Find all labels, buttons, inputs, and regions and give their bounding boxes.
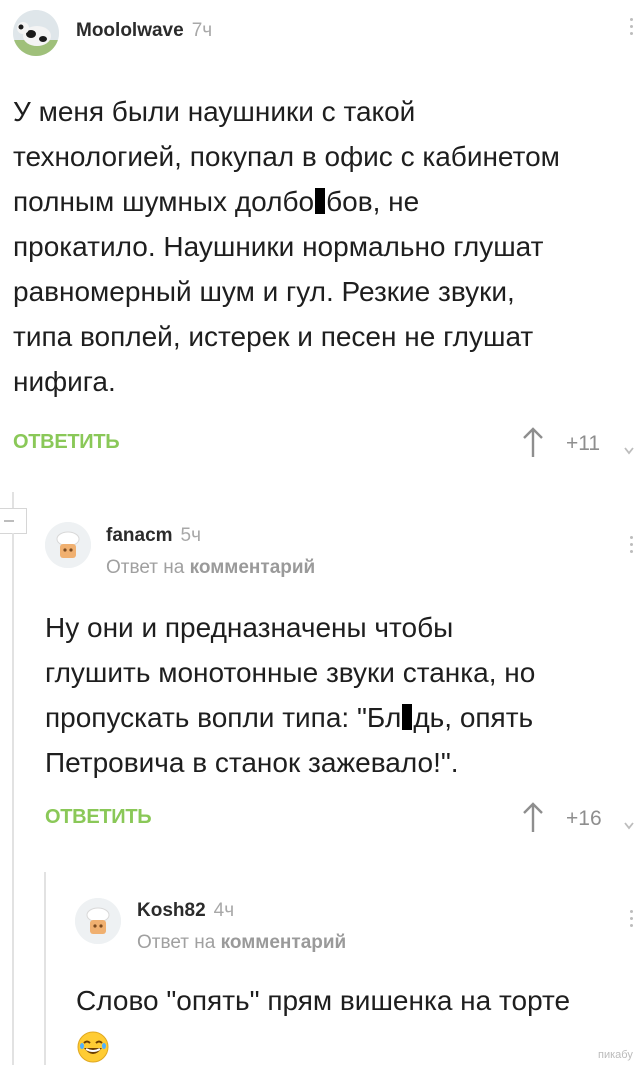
up-arrow-icon[interactable] [522,802,544,834]
username[interactable]: Kosh82 [137,900,206,921]
comment-header: Kosh82 4ч [137,900,234,922]
more-dots-icon[interactable] [630,532,633,557]
text-line: пропускать вопли типа: "Бл дь, опять [45,695,640,740]
more-dots-icon[interactable] [630,14,633,39]
text-line: У меня были наушники с такой [13,96,416,127]
more-dots-icon[interactable] [630,906,633,931]
chevron-down-icon[interactable] [624,821,634,831]
censor-block [402,704,413,730]
up-arrow-icon[interactable] [522,427,544,459]
text-fragment: полным шумных долбо [13,186,315,217]
reply-to-prefix: Ответ на [137,932,216,953]
text-line: Петровича в станок зажевало!". [45,747,459,778]
avatar[interactable] [75,898,121,944]
text-line: прокатило. Наушники нормально глушат [13,231,544,262]
comment-text: Слово "опять" прям вишенка на торте [76,978,640,1023]
text-line: равномерный шум и гул. Резкие звуки, [13,276,515,307]
text-line: полным шумных долбо бов, не [13,179,638,224]
comment-text: Ну они и предназначены чтобы глушить мон… [45,605,640,785]
reply-to: Ответ на комментарий [106,557,315,579]
text-fragment: дь, опять [413,702,534,733]
rating: +11 [566,432,601,455]
comment-header: Moololwave 7ч [76,20,212,42]
thread-line [44,872,46,1065]
chevron-down-icon[interactable] [624,446,634,456]
text-fragment: бов, не [326,186,420,217]
reply-to-link[interactable]: комментарий [190,557,316,578]
avatar[interactable] [45,522,91,568]
reply-button[interactable]: ОТВЕТИТЬ [45,806,152,829]
reply-button[interactable]: ОТВЕТИТЬ [13,431,120,454]
collapse-minus-icon[interactable] [0,508,27,534]
chef-avatar-icon [45,522,91,568]
reply-to-link[interactable]: комментарий [221,932,347,953]
watermark: пикабу [598,1049,633,1061]
text-line: нифига. [13,366,116,397]
comment-header: fanacm 5ч [106,525,201,547]
text-line: глушить монотонные звуки станка, но [45,657,536,688]
text-fragment: пропускать вопли типа: "Бл [45,702,402,733]
username[interactable]: fanacm [106,525,173,546]
text-line: типа воплей, истерек и песен не глушат [13,321,534,352]
reply-to-prefix: Ответ на [106,557,185,578]
rating: +16 [566,807,602,830]
comment-text: У меня были наушники с такой технологией… [13,89,638,404]
avatar[interactable] [13,10,59,56]
text-line: Слово "опять" прям вишенка на торте [76,985,571,1016]
text-line: технологией, покупал в офис с кабинетом [13,141,560,172]
text-line: Ну они и предназначены чтобы [45,612,454,643]
chef-avatar-icon [75,898,121,944]
username[interactable]: Moololwave [76,20,184,41]
laughing-emoji-icon [77,1031,109,1063]
thread-line [12,533,14,1065]
cow-avatar-icon [13,10,59,56]
comment-time: 5ч [180,525,201,546]
censor-block [315,188,326,214]
comment-time: 4ч [213,900,235,921]
comment-time: 7ч [191,20,213,41]
reply-to: Ответ на комментарий [137,932,346,954]
